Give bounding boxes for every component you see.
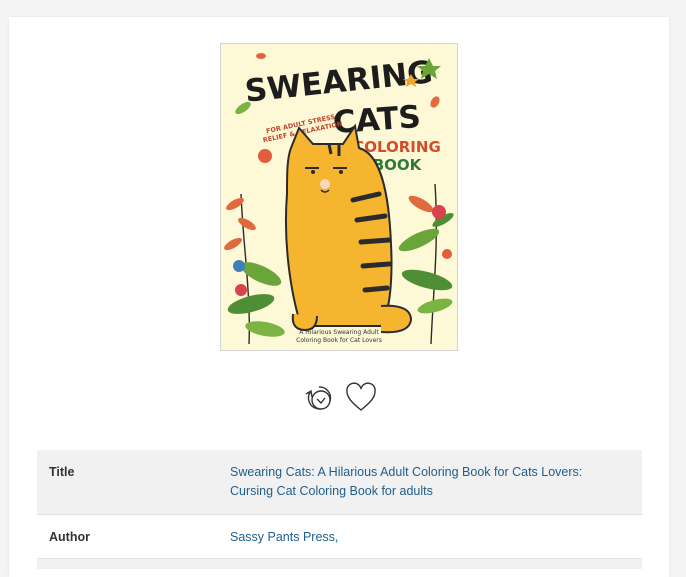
- book-actions: [303, 382, 383, 416]
- book-cover-image[interactable]: SWEARING CATS COLORING BOOK FOR ADULT ST…: [220, 43, 458, 351]
- details-row-author: Author Sassy Pants Press,: [37, 515, 642, 559]
- title-link[interactable]: Swearing Cats: A Hilarious Adult Colorin…: [230, 463, 610, 501]
- cover-footer-1: A Hilarious Swearing Adult: [299, 329, 379, 336]
- title-label: Title: [49, 465, 75, 479]
- history-clock-button[interactable]: [303, 382, 335, 414]
- book-details-table: Title Swearing Cats: A Hilarious Adult C…: [37, 450, 642, 569]
- title-line-1: Swearing Cats: A Hilarious Adult Colorin…: [230, 465, 583, 479]
- details-row-title: Title Swearing Cats: A Hilarious Adult C…: [37, 450, 642, 515]
- book-cover-art: SWEARING CATS COLORING BOOK FOR ADULT ST…: [221, 44, 457, 350]
- details-row-next: [37, 559, 642, 569]
- book-detail-card: SWEARING CATS COLORING BOOK FOR ADULT ST…: [9, 17, 669, 577]
- author-label: Author: [49, 530, 90, 544]
- author-link[interactable]: Sassy Pants Press,: [230, 528, 610, 547]
- favorite-button[interactable]: [345, 382, 377, 414]
- cover-footer-2: Coloring Book for Cat Lovers: [296, 337, 382, 344]
- heart-outline-icon: [346, 382, 376, 411]
- cover-title-line2: CATS: [332, 99, 422, 141]
- history-clock-icon: [305, 386, 332, 410]
- title-line-2: Cursing Cat Coloring Book for adults: [230, 484, 433, 498]
